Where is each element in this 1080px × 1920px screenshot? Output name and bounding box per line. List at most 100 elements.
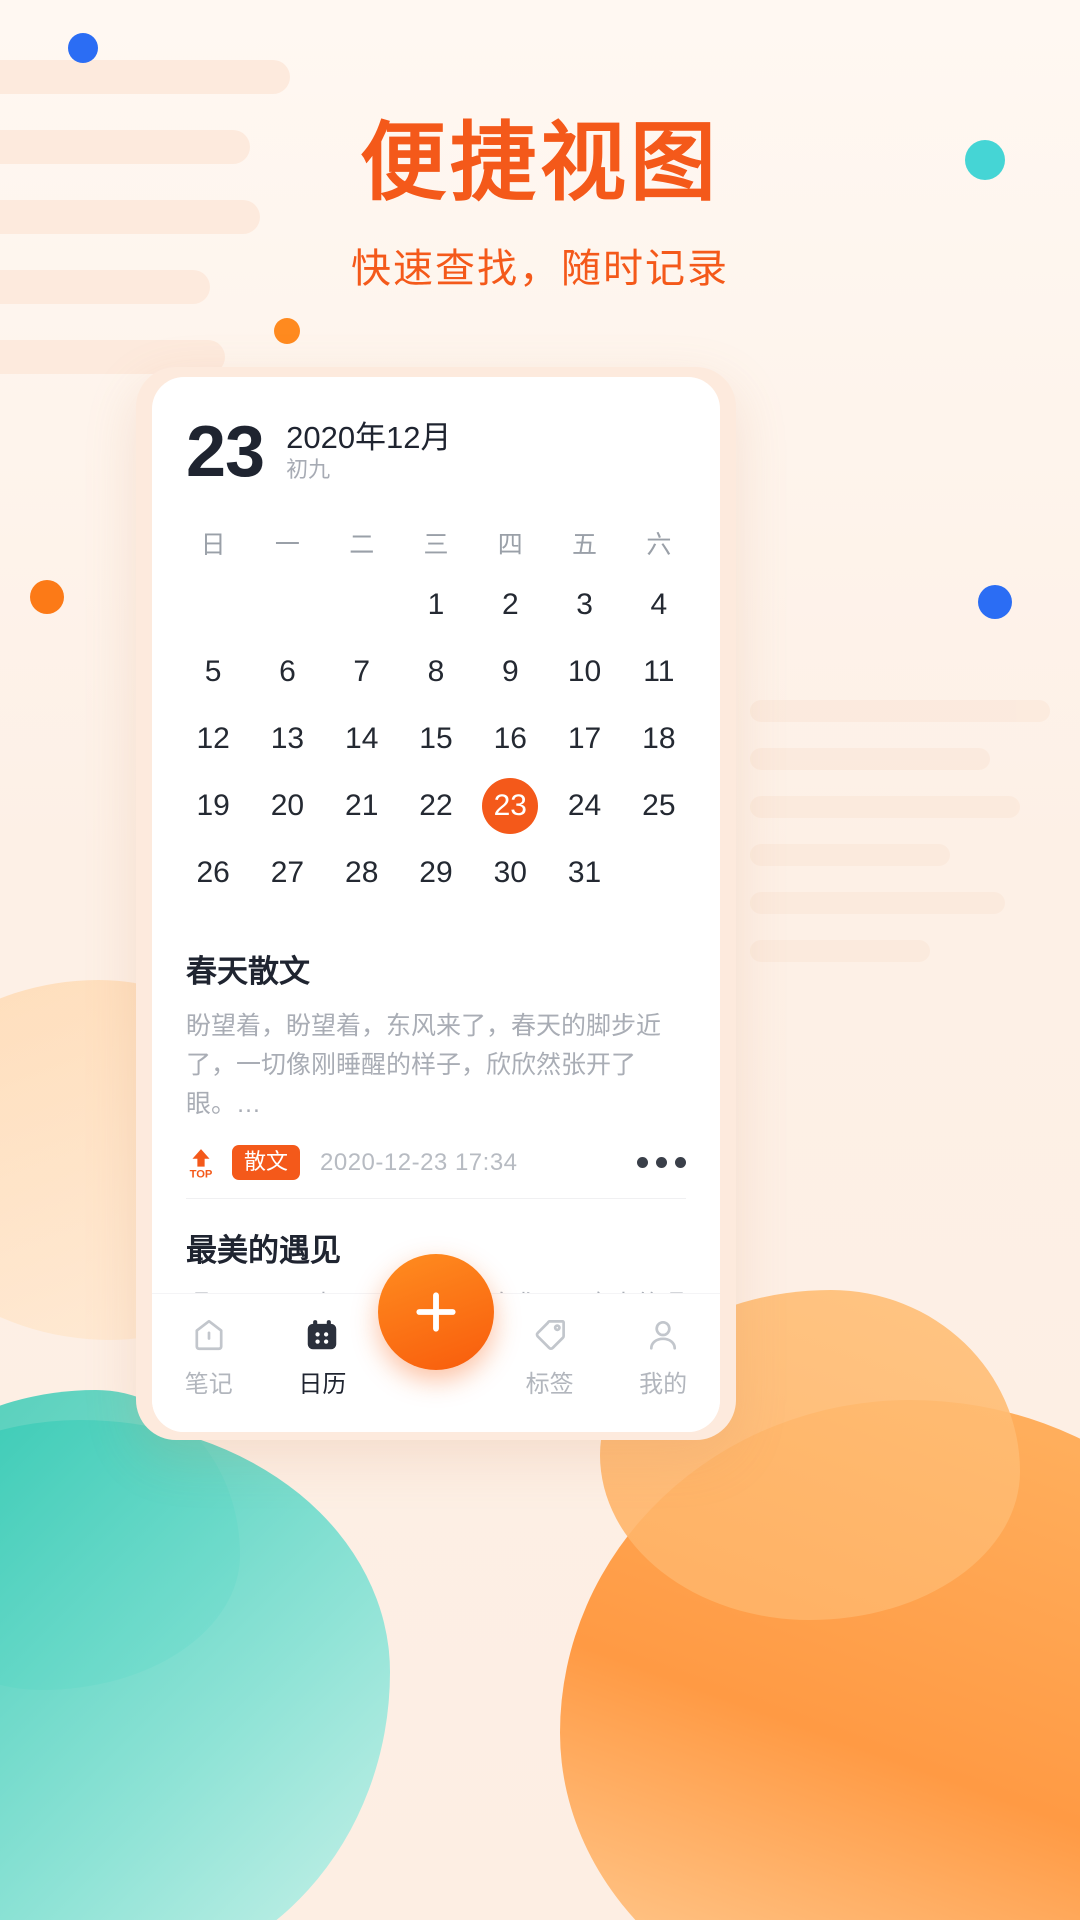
background-doc-lines-right xyxy=(750,700,1080,988)
tab-calendar[interactable]: 日历 xyxy=(266,1312,380,1399)
calendar-day[interactable]: 31 xyxy=(547,839,621,906)
selected-day-number: 23 xyxy=(186,412,265,492)
calendar-day[interactable]: 5 xyxy=(176,638,250,705)
tag-icon xyxy=(493,1312,607,1358)
calendar-day-label: 2 xyxy=(501,587,519,621)
tab-profile-label: 我的 xyxy=(639,1371,688,1398)
person-icon xyxy=(606,1312,720,1358)
calendar-day[interactable]: 10 xyxy=(547,638,621,705)
decorative-dot-orange-small xyxy=(274,318,300,344)
calendar-day-label: 6 xyxy=(279,654,296,688)
calendar-day-label: 12 xyxy=(196,721,230,755)
calendar-day-label: 13 xyxy=(270,721,305,755)
phone-mockup: 23 2020年12月 初九 日一二三四五六 1 2 3 4 5 6 7 8 9 10 11 12 13… xyxy=(136,367,736,1440)
year-month-label[interactable]: 2020年12月 xyxy=(286,420,451,456)
calendar-day[interactable]: 12 xyxy=(176,705,250,772)
calendar-day[interactable]: 14 xyxy=(325,705,399,772)
note-meta-left: TOP 散文 2020-12-23 17:34 xyxy=(186,1145,617,1181)
promo-subtitle: 快速查找，随时记录 xyxy=(351,247,729,291)
tab-notes[interactable]: 笔记 xyxy=(152,1312,266,1399)
decorative-dot-blue xyxy=(68,33,98,63)
calendar-weekday: 一 xyxy=(274,531,300,560)
tab-profile[interactable]: 我的 xyxy=(606,1312,720,1399)
calendar-day-label: 1 xyxy=(427,587,445,621)
calendar-day[interactable]: 4 xyxy=(622,571,696,638)
calendar-weekday: 二 xyxy=(349,531,375,560)
calendar-day[interactable]: 28 xyxy=(325,839,399,906)
ellipsis-icon[interactable] xyxy=(617,1157,686,1169)
calendar-day[interactable]: 3 xyxy=(547,571,621,638)
calendar-weekday: 五 xyxy=(572,531,598,560)
calendar-weekday-row: 日一二三四五六 xyxy=(176,511,696,571)
calendar-day[interactable]: 27 xyxy=(250,839,324,906)
calendar-weekday: 三 xyxy=(423,531,449,560)
calendar-day[interactable]: 9 xyxy=(473,638,547,705)
tab-tags[interactable]: 标签 xyxy=(493,1312,607,1399)
calendar-day-label: 23 xyxy=(482,777,539,834)
add-note-fab[interactable] xyxy=(378,1254,494,1370)
calendar-day[interactable]: 19 xyxy=(176,772,250,839)
calendar-day[interactable]: 8 xyxy=(399,638,473,705)
calendar-day-label: 17 xyxy=(567,721,602,755)
calendar-day[interactable]: 25 xyxy=(622,772,696,839)
calendar-day-label: 11 xyxy=(643,654,675,688)
calendar-day[interactable]: 16 xyxy=(473,705,547,772)
decorative-dot-orange-large xyxy=(30,580,64,614)
calendar-day[interactable]: 13 xyxy=(250,705,324,772)
calendar-day-selected[interactable]: 23 xyxy=(473,772,547,839)
calendar-day-label: 27 xyxy=(270,855,305,889)
calendar-day[interactable]: 6 xyxy=(250,638,324,705)
calendar-day-label: 25 xyxy=(642,788,676,822)
calendar-day[interactable]: 30 xyxy=(473,839,547,906)
calendar-day-label: 18 xyxy=(642,721,676,755)
calendar-date-header: 23 2020年12月 初九 xyxy=(152,377,720,492)
calendar-day-label: 20 xyxy=(270,788,305,822)
plus-icon xyxy=(416,1292,456,1332)
calendar-day-cells: 1 2 3 4 5 6 7 8 9 10 11 12 13 14 15 16 17 18 19 20 21 22 23 24 2… xyxy=(176,571,696,906)
calendar-day[interactable]: 22 xyxy=(399,772,473,839)
tab-calendar-label: 日历 xyxy=(298,1371,347,1398)
calendar-day[interactable]: 17 xyxy=(547,705,621,772)
calendar-day[interactable]: 18 xyxy=(622,705,696,772)
calendar-day-label: 15 xyxy=(419,721,453,755)
calendar-day-label: 22 xyxy=(419,788,453,822)
lunar-date-label: 初九 xyxy=(286,457,331,483)
calendar-weekday: 四 xyxy=(497,531,523,560)
tab-notes-label: 笔记 xyxy=(184,1371,233,1398)
calendar-day-label: 26 xyxy=(196,855,230,889)
calendar-day-blank xyxy=(176,571,250,638)
calendar-weekday: 日 xyxy=(200,531,226,560)
note-tag[interactable]: 散文 xyxy=(232,1145,301,1181)
calendar-icon xyxy=(266,1312,380,1358)
calendar-day[interactable]: 1 xyxy=(399,571,473,638)
calendar-day-label: 24 xyxy=(567,788,602,822)
calendar-day[interactable]: 20 xyxy=(250,772,324,839)
calendar-day[interactable]: 15 xyxy=(399,705,473,772)
decorative-dot-blue-2 xyxy=(978,585,1012,619)
calendar-grid[interactable]: 日一二三四五六 1 2 3 4 5 6 7 8 9 10 11 12 13 14 15 16 17 18 19 20 2… xyxy=(152,485,720,906)
calendar-day-label: 31 xyxy=(567,855,602,889)
calendar-day[interactable]: 24 xyxy=(547,772,621,839)
calendar-day[interactable]: 29 xyxy=(399,839,473,906)
calendar-day[interactable]: 11 xyxy=(622,638,696,705)
note-meta-row: TOP 散文 2020-12-23 17:34 xyxy=(186,1145,686,1181)
note-timestamp: 2020-12-23 17:34 xyxy=(320,1148,518,1176)
promo-title: 便捷视图 xyxy=(360,115,720,211)
app-screen: 23 2020年12月 初九 日一二三四五六 1 2 3 4 5 6 7 8 9 10 11 12 13… xyxy=(152,377,720,1432)
calendar-day[interactable]: 7 xyxy=(325,638,399,705)
calendar-day-label: 4 xyxy=(650,587,668,621)
calendar-day[interactable]: 26 xyxy=(176,839,250,906)
calendar-day[interactable]: 2 xyxy=(473,571,547,638)
calendar-day-label: 30 xyxy=(493,855,527,889)
calendar-day-label: 14 xyxy=(345,721,379,755)
calendar-day-blank xyxy=(325,571,399,638)
calendar-day-blank xyxy=(250,571,324,638)
calendar-day[interactable]: 21 xyxy=(325,772,399,839)
svg-text:TOP: TOP xyxy=(190,1168,213,1178)
note-preview: 盼望着，盼望着，东风来了，春天的脚步近了，一切像刚睡醒的样子，欣欣然张开了眼。… xyxy=(186,1012,662,1118)
note-title: 春天散文 xyxy=(186,954,310,990)
calendar-day-label: 16 xyxy=(493,721,527,755)
note-item[interactable]: 春天散文盼望着，盼望着，东风来了，春天的脚步近了，一切像刚睡醒的样子，欣欣然张开… xyxy=(186,920,686,1198)
calendar-day-label: 9 xyxy=(501,654,519,688)
pin-top-icon[interactable]: TOP xyxy=(186,1147,216,1179)
